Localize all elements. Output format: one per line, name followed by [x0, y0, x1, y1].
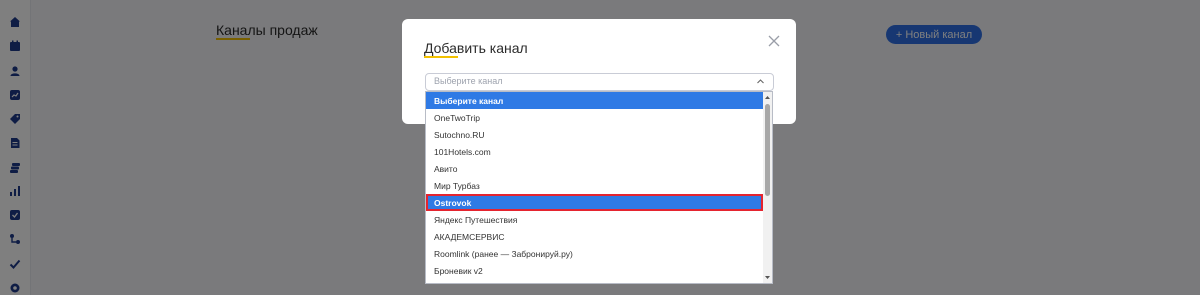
chevron-up-icon	[756, 77, 765, 86]
scrollbar-thumb[interactable]	[765, 104, 770, 196]
dropdown-option[interactable]: Мир Турбаз	[426, 177, 763, 194]
dropdown-option[interactable]: Яндекс Путешествия	[426, 211, 763, 228]
dropdown-option[interactable]: Авито	[426, 160, 763, 177]
scroll-down-arrow-icon[interactable]	[764, 274, 771, 281]
dropdown-option[interactable]: Броневик v2	[426, 262, 763, 279]
dropdown-option[interactable]: 101Hotels.com	[426, 143, 763, 160]
modal-title: Добавить канал	[424, 40, 528, 56]
dropdown-scrollbar[interactable]	[763, 92, 772, 283]
dropdown-option[interactable]: Roomlink (ранее — Забронируй.ру)	[426, 245, 763, 262]
dropdown-option[interactable]: Sutochno.RU	[426, 126, 763, 143]
channel-dropdown-list: Выберите канал OneTwoTrip Sutochno.RU 10…	[425, 91, 773, 284]
channel-select[interactable]: Выберите канал	[425, 73, 774, 91]
dropdown-option-highlighted[interactable]: Ostrovok	[426, 194, 763, 211]
dropdown-option[interactable]: АКАДЕМСЕРВИС	[426, 228, 763, 245]
dropdown-option[interactable]: Выберите канал	[426, 92, 763, 109]
dropdown-option[interactable]: OneTwoTrip	[426, 109, 763, 126]
modal-title-underline	[424, 56, 458, 58]
scroll-up-arrow-icon[interactable]	[764, 94, 771, 101]
close-icon[interactable]	[767, 34, 781, 48]
channel-select-value: Выберите канал	[434, 76, 503, 86]
